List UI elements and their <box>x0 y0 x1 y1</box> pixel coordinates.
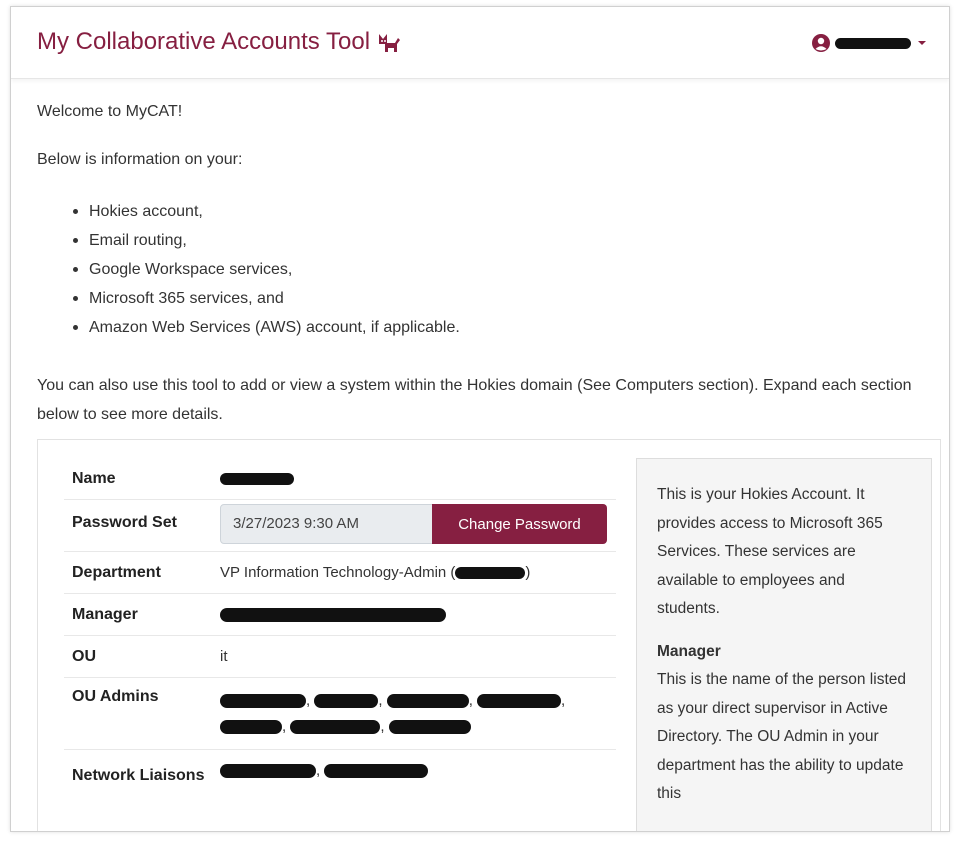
manager-value <box>220 594 616 623</box>
services-list: Hokies account, Email routing, Google Wo… <box>67 197 460 342</box>
department-close-paren: ) <box>525 564 531 581</box>
redacted-ou-admin <box>477 694 562 709</box>
network-liaisons-label: Network Liaisons <box>72 767 205 784</box>
name-value <box>220 458 616 487</box>
password-set-date: 3/27/2023 9:30 AM <box>220 504 433 544</box>
redacted-ou-admin <box>220 694 306 709</box>
password-set-label: Password Set <box>72 514 177 531</box>
list-item: Hokies account, <box>67 197 460 226</box>
account-info-table: Name Password Set 3/27/2023 9:30 AM Chan… <box>64 458 616 826</box>
redacted-ou-admin <box>386 694 469 709</box>
user-name-redacted <box>835 37 911 49</box>
list-item: Google Workspace services, <box>67 255 460 284</box>
hokies-account-card: Name Password Set 3/27/2023 9:30 AM Chan… <box>37 439 941 831</box>
redacted-ou-admin <box>290 720 381 735</box>
ou-admins-value: , , , , , , <box>220 678 616 740</box>
table-row-manager: Manager <box>64 594 616 636</box>
name-label: Name <box>72 470 116 487</box>
department-value: VP Information Technology-Admin () <box>220 552 616 581</box>
list-separator: , <box>468 692 473 709</box>
help-intro-text: This is your Hokies Account. It provides… <box>657 486 883 617</box>
list-item: Email routing, <box>67 226 460 255</box>
table-row-department: Department VP Information Technology-Adm… <box>64 552 616 594</box>
ou-label: OU <box>72 648 96 665</box>
table-row-network-liaisons: Network Liaisons , <box>64 750 616 826</box>
list-item: Microsoft 365 services, and <box>67 284 460 313</box>
redacted-liaison <box>324 764 429 779</box>
list-separator: , <box>306 692 311 709</box>
redacted-ou-admin <box>314 694 379 709</box>
ou-value: it <box>220 648 228 665</box>
change-password-button[interactable]: Change Password <box>432 504 607 544</box>
department-label: Department <box>72 564 161 581</box>
network-liaisons-value: , <box>220 750 616 779</box>
help-manager-title: Manager <box>657 642 721 660</box>
table-row-ou: OU it <box>64 636 616 678</box>
help-panel: This is your Hokies Account. It provides… <box>636 458 932 831</box>
manager-label: Manager <box>72 606 138 623</box>
cat-icon <box>379 34 401 52</box>
redacted-ou-admin <box>220 720 282 735</box>
redacted-liaison <box>220 764 316 779</box>
help-manager-text: This is the name of the person listed as… <box>657 671 906 802</box>
app-window: My Collaborative Accounts Tool Welcome t… <box>10 6 950 832</box>
redacted-name <box>220 473 294 486</box>
account-menu[interactable] <box>811 33 927 53</box>
list-separator: , <box>561 692 566 709</box>
intro-lead-text: Below is information on your: <box>37 151 243 168</box>
list-separator: , <box>380 718 385 735</box>
caret-down-icon <box>918 41 926 45</box>
user-circle-icon <box>812 34 830 52</box>
ou-admins-label: OU Admins <box>72 688 159 705</box>
table-row-name: Name <box>64 458 616 500</box>
list-item: Amazon Web Services (AWS) account, if ap… <box>67 313 460 342</box>
department-text: VP Information Technology-Admin ( <box>220 564 456 581</box>
app-title-text: My Collaborative Accounts Tool <box>37 28 371 55</box>
list-separator: , <box>316 762 321 779</box>
list-separator: , <box>378 692 383 709</box>
redacted-department-code <box>455 567 526 580</box>
list-separator: , <box>282 718 287 735</box>
intro-paragraph: You can also use this tool to add or vie… <box>37 377 912 423</box>
redacted-manager <box>220 608 446 623</box>
app-header: My Collaborative Accounts Tool <box>11 7 949 79</box>
table-row-ou-admins: OU Admins , , , , , , <box>64 678 616 750</box>
table-row-password: Password Set 3/27/2023 9:30 AM Change Pa… <box>64 500 616 552</box>
redacted-ou-admin <box>388 720 471 735</box>
app-title[interactable]: My Collaborative Accounts Tool <box>37 28 402 56</box>
welcome-text: Welcome to MyCAT! <box>37 103 183 120</box>
